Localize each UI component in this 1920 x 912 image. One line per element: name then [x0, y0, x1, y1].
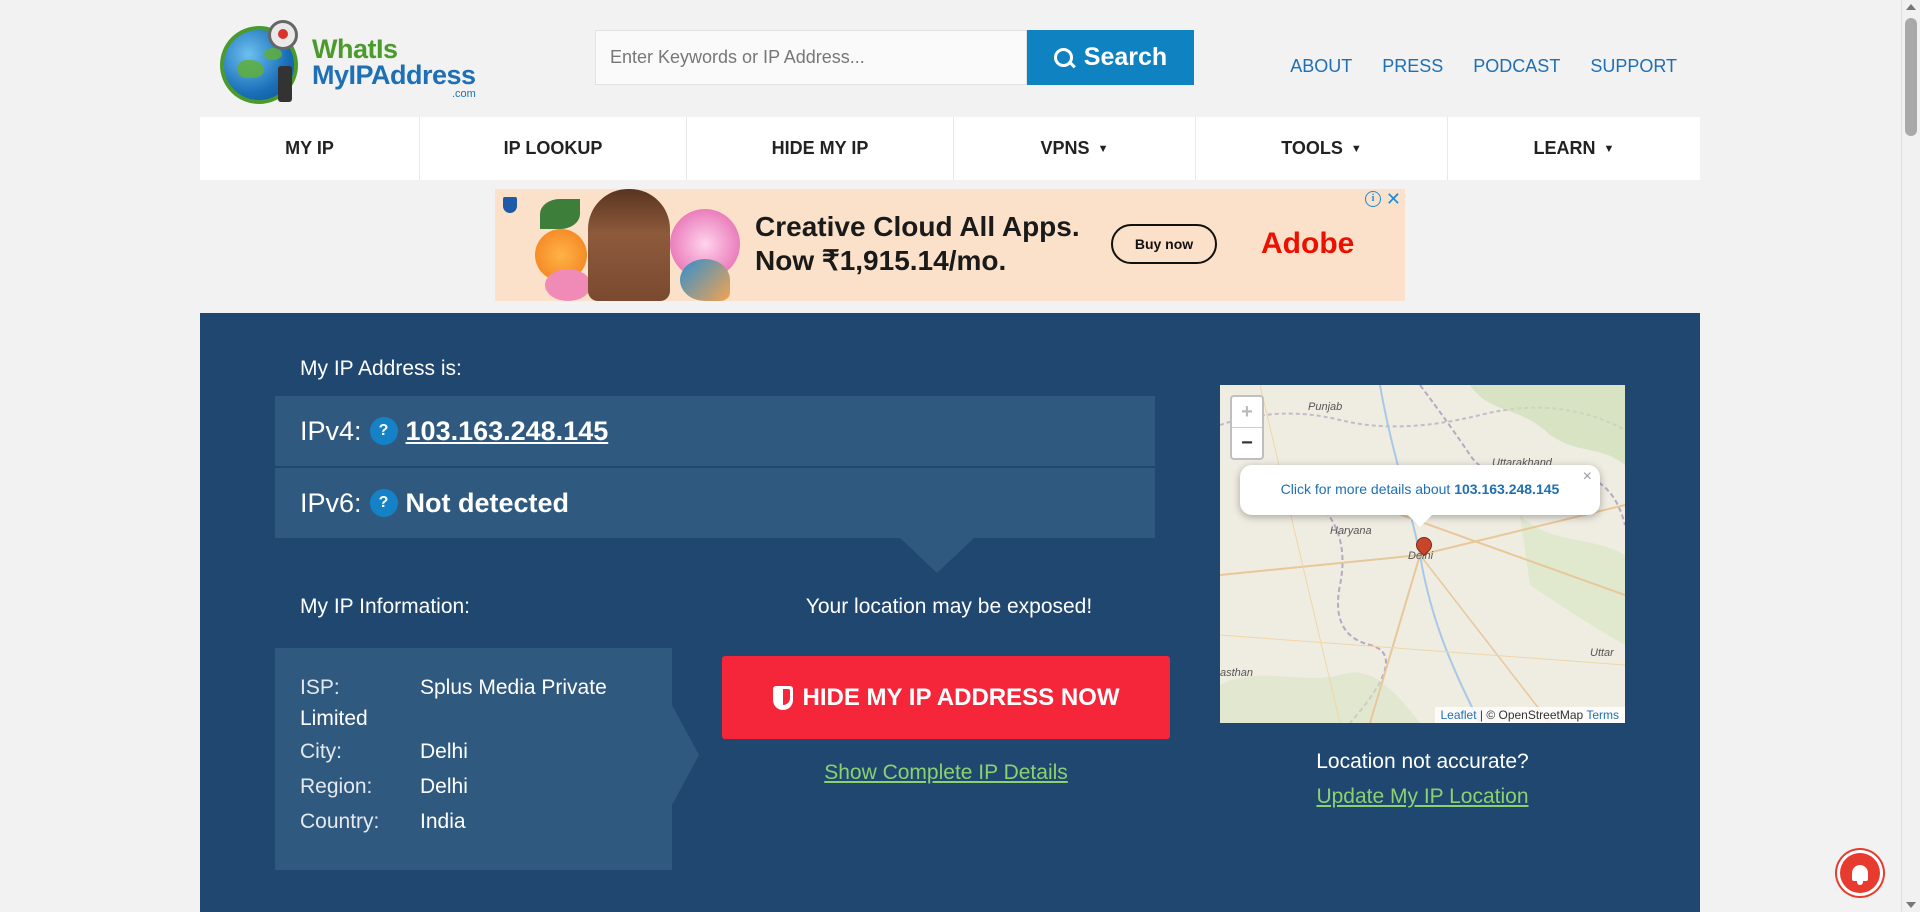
location-pin-icon — [268, 20, 298, 50]
country-key: Country: — [300, 810, 380, 833]
caret-down-icon: ▼ — [1097, 142, 1109, 155]
topnav-support[interactable]: SUPPORT — [1590, 56, 1677, 77]
site-logo[interactable]: WhatIs MyIPAddress .com — [220, 20, 480, 106]
map-label-uttar: Uttar — [1590, 647, 1614, 659]
hide-my-ip-label: HIDE MY IP ADDRESS NOW — [802, 683, 1120, 711]
map-popup-link[interactable]: Click for more details about 103.163.248… — [1240, 481, 1600, 497]
scrollbar-thumb[interactable] — [1905, 18, 1917, 136]
nav-item-learn[interactable]: LEARN ▼ — [1448, 117, 1700, 180]
top-nav: ABOUT PRESS PODCAST SUPPORT — [1290, 56, 1677, 77]
ad-headline: Creative Cloud All Apps. — [755, 211, 1080, 242]
topnav-podcast[interactable]: PODCAST — [1473, 56, 1560, 77]
ipv6-value: Not detected — [405, 487, 570, 518]
ipv4-value-link[interactable]: 103.163.248.145 — [406, 416, 609, 447]
city-key: City: — [300, 740, 342, 763]
popup-text: Click for more details about — [1280, 481, 1451, 497]
ad-shield-icon — [503, 197, 517, 213]
ad-close-icon[interactable]: ✕ — [1386, 189, 1401, 210]
map-popup: Click for more details about 103.163.248… — [1240, 465, 1600, 527]
isp-block: ISP: Splus Media Private Limited — [300, 672, 672, 734]
nav-item-label: MY IP — [285, 138, 334, 158]
search-input[interactable] — [595, 30, 1027, 85]
update-location-link[interactable]: Update My IP Location — [1220, 785, 1625, 809]
ip-info-section: My IP Address is: IPv4: ? 103.163.248.14… — [200, 313, 1700, 912]
nav-item-ip-lookup[interactable]: IP LOOKUP — [420, 117, 687, 180]
topnav-press[interactable]: PRESS — [1382, 56, 1443, 77]
info-box-arrow — [672, 705, 699, 805]
info-i-icon — [278, 66, 292, 102]
scroll-down-arrow-icon[interactable] — [1906, 902, 1916, 908]
city-value: Delhi — [420, 740, 468, 763]
region-value: Delhi — [420, 775, 468, 798]
caret-down-icon: ▼ — [1350, 142, 1362, 155]
help-icon[interactable]: ? — [369, 417, 398, 445]
attribution-text: | © OpenStreetMap — [1476, 708, 1587, 722]
bell-icon — [1852, 865, 1868, 885]
scroll-up-arrow-icon[interactable] — [1906, 4, 1916, 10]
ipv6-row: IPv6: ? Not detected — [275, 468, 1155, 538]
shield-icon — [772, 685, 793, 710]
location-map[interactable]: + − Punjab Uttarakhand Haryana Delhi Utt… — [1220, 385, 1625, 723]
page: WhatIs MyIPAddress .com Search ABOUT PRE… — [0, 0, 1920, 912]
ad-buy-now-button[interactable]: Buy now — [1111, 224, 1217, 264]
exposed-warning: Your location may be exposed! — [805, 595, 1093, 618]
ad-price: Now ₹1,915.14/mo. — [755, 245, 1007, 276]
ipv4-key: IPv4: — [300, 415, 362, 446]
nav-item-hide-my-ip[interactable]: HIDE MY IP — [687, 117, 954, 180]
caret-down-icon: ▼ — [1603, 142, 1615, 155]
popup-tip — [1408, 515, 1432, 527]
map-attribution: Leaflet | © OpenStreetMap Terms — [1434, 707, 1625, 723]
search-button-label: Search — [1083, 43, 1168, 71]
main-nav: MY IP IP LOOKUP HIDE MY IP VPNS ▼ TOOLS ▼ … — [200, 117, 1700, 180]
zoom-in-button[interactable]: + — [1232, 397, 1262, 428]
nav-item-tools[interactable]: TOOLS ▼ — [1196, 117, 1448, 180]
hide-my-ip-button[interactable]: HIDE MY IP ADDRESS NOW — [722, 656, 1170, 739]
ad-brand-logo: Adobe — [1261, 227, 1355, 260]
show-ip-details-link[interactable]: Show Complete IP Details — [722, 761, 1170, 785]
isp-value-cont: Limited — [300, 707, 368, 730]
topnav-about[interactable]: ABOUT — [1290, 56, 1352, 77]
logo-text-myipaddress: MyIPAddress — [312, 60, 476, 90]
isp-value: Splus Media Private — [420, 676, 607, 699]
search-icon — [1053, 47, 1074, 68]
ip-info-box: ISP: Splus Media Private Limited City: Del… — [275, 648, 672, 870]
leaflet-link[interactable]: Leaflet — [1441, 708, 1477, 722]
map-label-punjab: Punjab — [1308, 401, 1343, 413]
ad-banner[interactable]: Creative Cloud All Apps. Now ₹1,915.14/m… — [495, 189, 1405, 301]
country-value: India — [420, 810, 466, 833]
nav-item-label: LEARN — [1533, 138, 1596, 158]
search-button[interactable]: Search — [1027, 30, 1194, 85]
ad-info-icon[interactable]: i — [1365, 191, 1381, 207]
nav-item-label: VPNS — [1040, 138, 1090, 158]
ipv4-row: IPv4: ? 103.163.248.145 — [275, 396, 1155, 466]
panel-pointer — [900, 538, 974, 573]
help-icon[interactable]: ? — [369, 489, 398, 517]
ip-info-heading: My IP Information: — [300, 595, 471, 618]
map-label-rajasthan: asthan — [1220, 667, 1254, 679]
close-icon[interactable]: × — [1583, 468, 1592, 486]
map-zoom-control: + − — [1230, 395, 1264, 460]
zoom-out-button[interactable]: − — [1232, 428, 1262, 458]
isp-key: ISP: — [300, 676, 340, 699]
nav-item-label: IP LOOKUP — [503, 138, 603, 158]
location-accuracy-text: Location not accurate? — [1316, 750, 1529, 773]
nav-item-label: TOOLS — [1281, 138, 1343, 158]
nav-item-label: HIDE MY IP — [771, 138, 869, 158]
my-ip-heading: My IP Address is: — [300, 357, 462, 380]
popup-ip: 103.163.248.145 — [1454, 481, 1560, 497]
page-scrollbar[interactable] — [1901, 0, 1920, 912]
ipv6-key: IPv6: — [300, 487, 362, 518]
nav-item-my-ip[interactable]: MY IP — [200, 117, 420, 180]
map-label-haryana: Haryana — [1330, 525, 1372, 537]
region-key: Region: — [300, 775, 373, 798]
nav-item-vpns[interactable]: VPNS ▼ — [954, 117, 1196, 180]
terms-link[interactable]: Terms — [1586, 708, 1619, 722]
ad-artwork — [530, 189, 745, 301]
logo-text-com: .com — [452, 88, 476, 100]
notification-bell-button[interactable] — [1840, 853, 1880, 893]
